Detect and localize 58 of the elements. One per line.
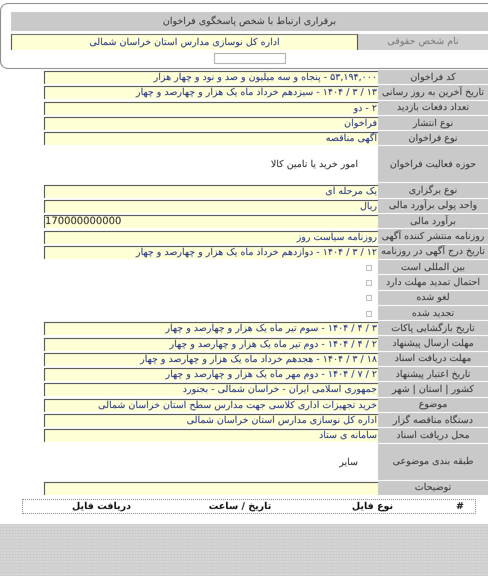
field-label: نوع فراخوان — [378, 131, 488, 146]
field-label: مهلت ارسال پیشنهاد — [378, 336, 488, 352]
checkbox[interactable] — [366, 310, 372, 316]
field-label: احتمال تمدید مهلت دارد — [378, 275, 488, 291]
value-field[interactable]: یک مرحله ای — [44, 184, 378, 198]
value-field[interactable]: ۲ / ۷ / ۱۴۰۴ - دوم مهر ماه یک هزار و چهارصد و چهار — [44, 368, 378, 382]
field-label: دستگاه مناقصه گزار — [378, 412, 488, 428]
value-field[interactable]: فراخوان — [44, 117, 378, 130]
column-header: # — [455, 500, 465, 512]
field-label: نام شخص حقوقی — [358, 34, 488, 50]
checkbox[interactable] — [366, 264, 372, 271]
value-field[interactable]: اداره کل نوسازی مدارس استان خراسان شمالی — [44, 414, 378, 428]
value-field[interactable]: روزنامه سیاست روز — [44, 230, 378, 244]
field-label: موضوع — [378, 398, 488, 413]
empty-box — [214, 53, 286, 64]
field-label: روزنامه منتشر کننده آگهی — [378, 229, 488, 245]
field-label: محل دریافت اسناد — [378, 428, 488, 444]
field-label: نوع برگزاری — [378, 183, 488, 199]
value-field[interactable]: خرید تجهیزات اداری کلاسی جهت مدارس سطح استان خراسان شمالی — [44, 398, 378, 412]
value-field[interactable]: ۱۳ / ۳ / ۱۴۰۴ - سیزدهم خرداد ماه یک هزار و چهارصد و چهار — [44, 86, 378, 100]
field-label: نوع انتشار — [378, 116, 488, 132]
value-field[interactable]: ۵۳,۱۹۴,۰۰۰ - پنجاه و سه میلیون و صد و نود و چهار هزار — [44, 71, 378, 84]
contact-header: برقراری ارتباط با شخص پاسخگوی فراخوان — [11, 12, 488, 31]
field-label: کشور | استان | شهر — [378, 382, 488, 398]
field-label: تاریخ درج آگهی در روزنامه — [378, 244, 488, 260]
value-text: امور خرید یا تامین کالا — [270, 159, 358, 170]
field-label: برآورد مالی — [378, 214, 488, 230]
value-field[interactable]: ۱۸ / ۳ / ۱۴۰۴ - هجدهم خرداد ماه یک هزار و چهارصد و چهار — [44, 352, 378, 366]
field-label: بین المللی است — [378, 260, 488, 276]
field-label: تاریخ آخرین به روز رسانی — [378, 85, 488, 101]
value-field[interactable]: جمهوری اسلامی ایران - خراسان شمالی - بجنورد — [44, 383, 378, 396]
field-label: طبقه بندی موضوعی — [378, 444, 488, 481]
column-header: نوع فایل — [350, 500, 394, 512]
column-header: دریافت فایل — [71, 500, 132, 512]
value-text: سایر — [339, 456, 358, 468]
field-label: کد فراخوان — [378, 70, 488, 86]
field-label: تاریخ اعتبار پیشنهاد — [378, 367, 488, 382]
field-label: توضیحات — [378, 480, 488, 496]
value-field[interactable]: 170000000000 — [44, 215, 378, 228]
field-label: حوزه فعالیت فراخوان — [378, 146, 488, 184]
column-header: تاریخ / ساعت — [208, 500, 272, 512]
value-field[interactable]: سامانه ی ستاد — [44, 429, 378, 442]
value-field[interactable]: آگهی مناقصه — [44, 132, 378, 146]
checkbox[interactable] — [366, 295, 372, 302]
value-field[interactable]: ریال — [44, 200, 378, 213]
field-label: تجدید شده — [378, 306, 488, 322]
value-field[interactable]: ۱۲ / ۳ / ۱۴۰۴ - دوازدهم خرداد ماه یک هزار و چهارصد و چهار — [44, 246, 378, 259]
legal-person-field[interactable]: اداره کل نوسازی مدارس استان خراسان شمالی — [11, 34, 358, 50]
value-field[interactable]: ۲ - دو — [44, 102, 378, 115]
checkbox[interactable] — [366, 280, 372, 286]
field-label: تعداد دفعات بازدید — [378, 100, 488, 116]
field-label: تاریخ بازگشایی پاکات — [378, 321, 488, 336]
value-field[interactable]: ۲ / ۴ / ۱۴۰۴ - دوم تیر ماه یک هزار و چهارصد و چهار — [44, 338, 378, 351]
value-field[interactable]: ۳ / ۴ / ۱۴۰۴ - سوم تیر ماه یک هزار و چهارصد و چهار — [44, 322, 378, 336]
field-label: واحد پولی برآورد مالی — [378, 198, 488, 214]
field-label: مهلت دریافت اسناد — [378, 352, 488, 368]
value-field[interactable] — [44, 482, 378, 495]
field-label: لغو شده — [378, 290, 488, 306]
